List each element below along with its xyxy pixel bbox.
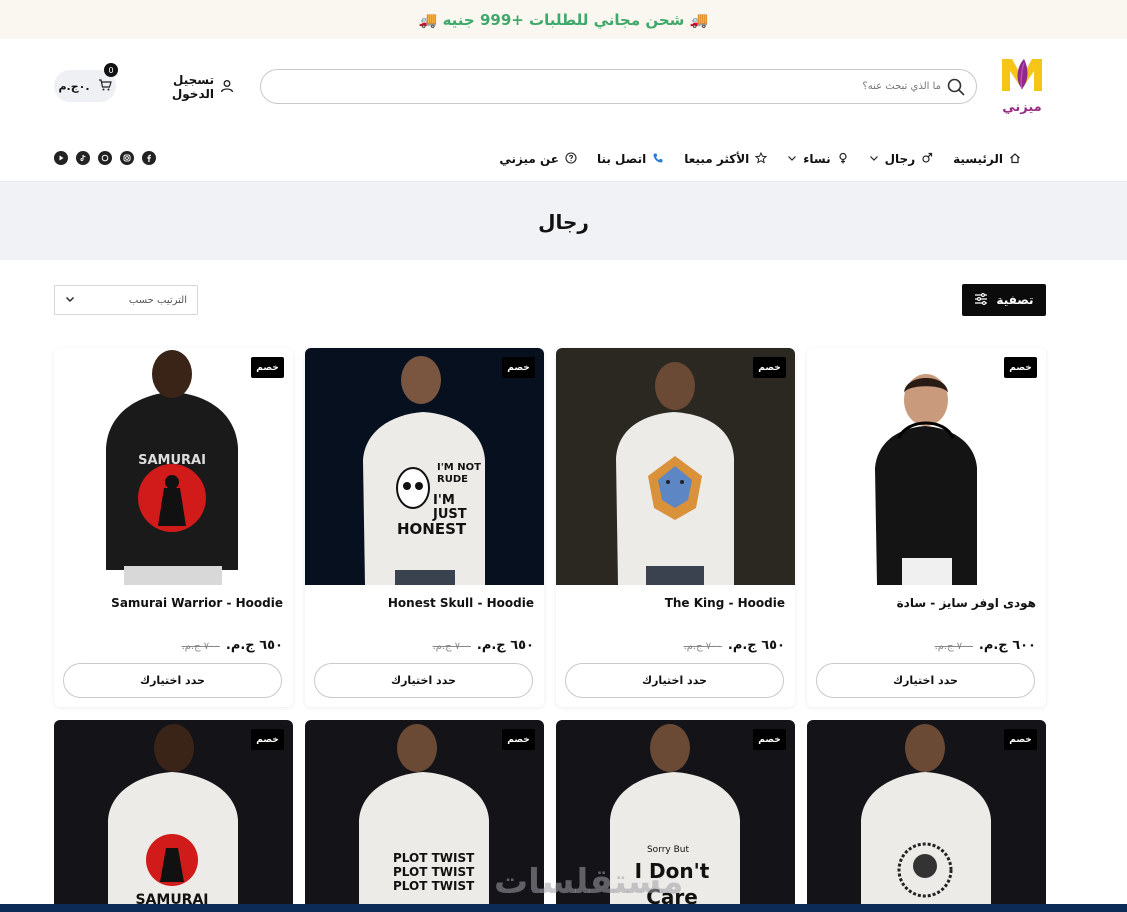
help-icon [565, 151, 577, 167]
discount-badge: خصم [502, 357, 535, 378]
login-link[interactable]: تسجيل الدخول [138, 73, 234, 101]
nav-item-men[interactable]: رجال [858, 143, 944, 185]
nav-item-contact[interactable]: اتصل بنا [587, 143, 674, 175]
search-bar[interactable] [260, 69, 977, 104]
product-image[interactable]: SAMURAI [54, 348, 293, 585]
nav-label-bestsellers: الأكثر مبيعا [684, 152, 750, 166]
site-header: ميزني تسجيل الدخول ٠ج.م. 0 الرئيسية رجال [0, 39, 1127, 185]
logo[interactable]: ميزني [998, 55, 1046, 117]
print-text: I'M NOT [437, 462, 481, 473]
discount-badge: خصم [1004, 729, 1037, 750]
print-text: SAMURAI [138, 453, 206, 468]
cart-total: ٠ج.م. [58, 79, 90, 93]
youtube-icon[interactable] [54, 151, 68, 165]
current-price: ٦٠٠ ج.م. [978, 638, 1036, 653]
cart-count-badge: 0 [104, 63, 118, 77]
filter-label: تصفية [996, 293, 1034, 307]
product-card[interactable]: I'M NOT RUDE I'M JUST HONEST خصم Honest … [305, 348, 544, 707]
os-taskbar [0, 904, 1127, 912]
product-card[interactable]: خصم The King - Hoodie ٦٥٠ ج.م. ٧٠٠ ج.م. … [556, 348, 795, 707]
discount-badge: خصم [251, 357, 284, 378]
product-image[interactable]: I'M NOT RUDE I'M JUST HONEST [305, 348, 544, 585]
filter-icon [974, 292, 988, 309]
chevron-down-icon [787, 152, 797, 166]
logo-text: ميزني [1002, 100, 1041, 115]
nav-label-home: الرئيسية [953, 152, 1003, 166]
product-title[interactable]: Samurai Warrior - Hoodie [111, 596, 283, 610]
product-title[interactable]: هودى اوفر سايز - سادة [897, 596, 1036, 610]
male-icon [921, 152, 933, 167]
current-price: ٦٥٠ ج.م. [727, 638, 785, 653]
current-price: ٦٥٠ ج.م. [225, 638, 283, 653]
sort-label: الترتيب حسب [128, 294, 187, 306]
product-card[interactable]: خصم هودى اوفر سايز - سادة ٦٠٠ ج.م. ٧٠٠ ج… [807, 348, 1046, 707]
instagram-icon[interactable] [120, 151, 134, 165]
product-title[interactable]: Honest Skull - Hoodie [388, 596, 534, 610]
discount-badge: خصم [753, 729, 786, 750]
main-nav: الرئيسية رجال نساء الأكثر مبيعا اتصل بنا… [489, 143, 1031, 185]
nav-label-about: عن ميزني [499, 152, 559, 166]
user-icon [220, 79, 234, 96]
discount-badge: خصم [1004, 357, 1037, 378]
cart-icon [98, 78, 112, 95]
nav-item-women[interactable]: نساء [777, 143, 858, 175]
product-image[interactable] [556, 348, 795, 585]
discount-badge: خصم [251, 729, 284, 750]
phone-icon [652, 152, 664, 167]
nav-item-home[interactable]: الرئيسية [943, 143, 1031, 175]
social-links [54, 151, 156, 165]
svg-text:RUDE: RUDE [437, 474, 468, 485]
print-text: Sorry But [647, 845, 690, 855]
sort-select[interactable]: الترتيب حسب [54, 285, 198, 315]
product-price: ٦٠٠ ج.م. ٧٠٠ ج.م. [935, 638, 1036, 653]
svg-text:PLOT TWIST: PLOT TWIST [393, 851, 475, 865]
nav-item-about[interactable]: عن ميزني [489, 143, 587, 175]
old-price: ٧٠٠ ج.م. [181, 641, 220, 652]
current-price: ٦٥٠ ج.م. [476, 638, 534, 653]
home-icon [1009, 152, 1021, 167]
login-label: تسجيل الدخول [171, 73, 214, 101]
promo-text: 🚚 شحن مجاني للطلبات +999 جنيه 🚚 [418, 10, 709, 29]
star-icon [755, 151, 768, 167]
select-options-button[interactable]: حدد اختيارك [565, 663, 784, 698]
nav-label-contact: اتصل بنا [596, 152, 647, 166]
svg-text:PLOT TWIST: PLOT TWIST [393, 865, 475, 879]
chevron-down-icon [869, 152, 879, 166]
tiktok-icon[interactable] [76, 151, 90, 165]
product-card[interactable]: خصم [807, 720, 1046, 910]
chevron-down-icon [65, 294, 75, 307]
product-image[interactable] [807, 348, 1046, 585]
female-icon [837, 152, 849, 167]
select-options-button[interactable]: حدد اختيارك [816, 663, 1035, 698]
whatsapp-icon[interactable] [98, 151, 112, 165]
svg-text:PLOT TWIST: PLOT TWIST [393, 879, 475, 893]
select-options-button[interactable]: حدد اختيارك [314, 663, 533, 698]
facebook-icon[interactable] [142, 151, 156, 165]
nav-label-women: نساء [803, 152, 831, 166]
page-title-banner: رجال [0, 183, 1127, 260]
promo-bar: 🚚 شحن مجاني للطلبات +999 جنيه 🚚 [0, 0, 1127, 39]
search-icon[interactable] [946, 77, 966, 97]
product-card[interactable]: SAMURAI خصم [54, 720, 293, 910]
discount-badge: خصم [753, 357, 786, 378]
old-price: ٧٠٠ ج.م. [432, 641, 471, 652]
nav-label-men: رجال [884, 152, 916, 166]
svg-text:I'M: I'M [433, 493, 455, 508]
product-card[interactable]: SAMURAI خصم Samurai Warrior - Hoodie ٦٥٠… [54, 348, 293, 707]
print-text: PLOT TWIST PLOT TWIST PLOT TWIST [393, 851, 475, 893]
page-title: رجال [538, 209, 589, 234]
search-input[interactable] [301, 70, 941, 103]
product-price: ٦٥٠ ج.م. ٧٠٠ ج.م. [182, 638, 283, 653]
select-options-button[interactable]: حدد اختيارك [63, 663, 282, 698]
watermark: مستقلسات [494, 862, 684, 902]
product-price: ٦٥٠ ج.م. ٧٠٠ ج.م. [433, 638, 534, 653]
svg-text:HONEST: HONEST [397, 520, 467, 538]
old-price: ٧٠٠ ج.م. [683, 641, 722, 652]
nav-item-bestsellers[interactable]: الأكثر مبيعا [674, 143, 777, 175]
discount-badge: خصم [502, 729, 535, 750]
filter-button[interactable]: تصفية [962, 284, 1046, 316]
old-price: ٧٠٠ ج.م. [934, 641, 973, 652]
product-title[interactable]: The King - Hoodie [665, 596, 785, 610]
product-price: ٦٥٠ ج.م. ٧٠٠ ج.م. [684, 638, 785, 653]
